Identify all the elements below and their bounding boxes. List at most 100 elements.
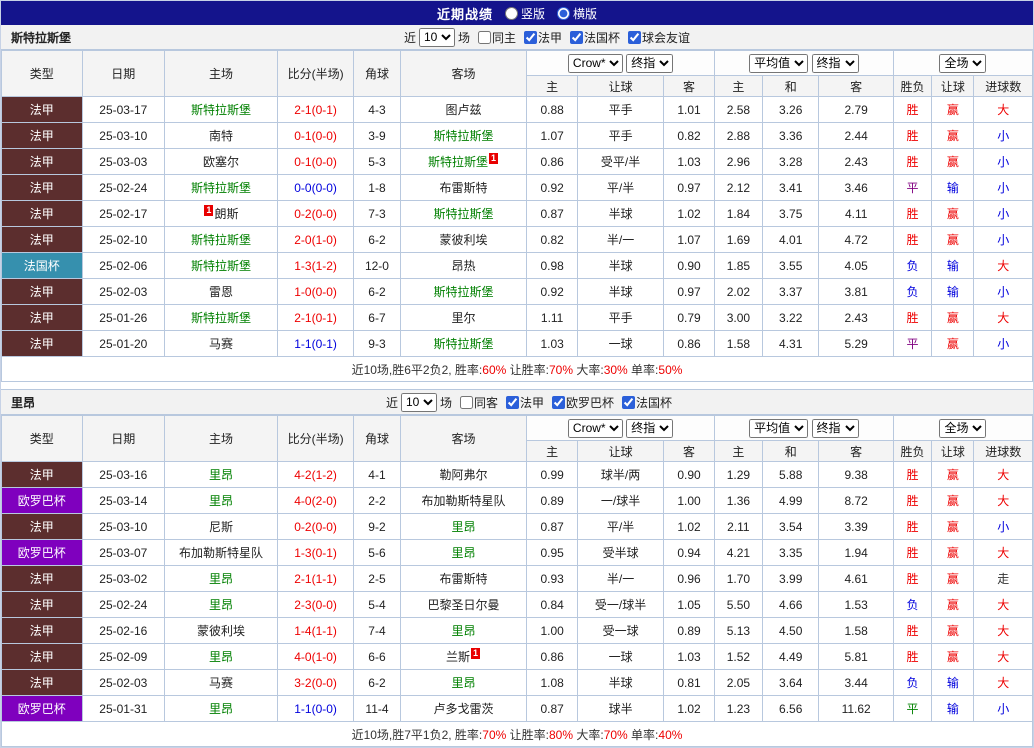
score-cell[interactable]: 2-3(0-0)	[276, 591, 355, 618]
home-team-cell[interactable]: 斯特拉斯堡	[164, 96, 278, 123]
layout-radio-vertical[interactable]: 竖版	[504, 5, 545, 22]
away-team-cell[interactable]: 里尔	[399, 304, 528, 331]
layout-radio-horizontal[interactable]: 横版	[557, 5, 597, 22]
score-cell[interactable]: 4-0(1-0)	[276, 643, 355, 670]
same-home-checkbox[interactable]: 同主	[477, 29, 516, 46]
team-link[interactable]: 斯特拉斯堡	[434, 337, 494, 351]
team-link[interactable]: 里昂	[452, 546, 476, 560]
home-team-cell[interactable]: 马赛	[164, 669, 278, 696]
team-link[interactable]: 斯特拉斯堡	[434, 207, 494, 221]
league-filter-checkbox[interactable]: 法甲	[524, 29, 562, 46]
scope-select[interactable]: 全场	[939, 418, 987, 438]
team-link[interactable]: 布加勒斯特星队	[422, 494, 506, 508]
league-filter-checkbox[interactable]: 法国杯	[622, 394, 672, 411]
home-team-cell[interactable]: 尼斯	[164, 513, 278, 540]
score-cell[interactable]: 1-1(0-1)	[276, 330, 355, 357]
team-link[interactable]: 斯特拉斯堡	[191, 311, 251, 325]
away-team-cell[interactable]: 里昂	[399, 513, 528, 540]
away-team-cell[interactable]: 里昂	[399, 539, 528, 566]
home-team-cell[interactable]: 里昂	[164, 487, 278, 514]
team-link[interactable]: 图卢兹	[446, 103, 482, 117]
team-link[interactable]: 布加勒斯特星队	[179, 546, 263, 560]
home-team-cell[interactable]: 雷恩	[164, 278, 278, 305]
away-team-cell[interactable]: 斯特拉斯堡	[399, 330, 528, 357]
league-filter-checkbox[interactable]: 法甲	[506, 394, 544, 411]
team-link[interactable]: 里昂	[209, 468, 233, 482]
score-cell[interactable]: 1-0(0-0)	[276, 278, 355, 305]
team-link[interactable]: 斯特拉斯堡	[191, 233, 251, 247]
odds-stage-select[interactable]: 终指	[626, 53, 674, 73]
score-cell[interactable]: 1-3(0-1)	[276, 539, 355, 566]
scope-select[interactable]: 全场	[939, 53, 987, 73]
score-cell[interactable]: 1-1(0-0)	[276, 695, 355, 722]
away-team-cell[interactable]: 巴黎圣日尔曼	[399, 591, 528, 618]
team-link[interactable]: 里昂	[452, 624, 476, 638]
team-link[interactable]: 里尔	[452, 311, 476, 325]
home-team-cell[interactable]: 斯特拉斯堡	[164, 174, 278, 201]
league-filter-checkbox[interactable]: 法国杯	[570, 29, 620, 46]
avg-stage-select[interactable]: 终指	[811, 53, 859, 73]
same-away-checkbox[interactable]: 同客	[459, 394, 498, 411]
home-team-cell[interactable]: 欧塞尔	[164, 148, 278, 175]
score-cell[interactable]: 2-0(1-0)	[276, 226, 355, 253]
away-team-cell[interactable]: 斯特拉斯堡	[399, 122, 528, 149]
team-link[interactable]: 里昂	[209, 598, 233, 612]
team-link[interactable]: 斯特拉斯堡	[191, 181, 251, 195]
home-team-cell[interactable]: 斯特拉斯堡	[164, 304, 278, 331]
away-team-cell[interactable]: 勒阿弗尔	[399, 461, 528, 488]
score-cell[interactable]: 0-1(0-0)	[276, 122, 355, 149]
away-team-cell[interactable]: 里昂	[399, 669, 528, 696]
team-link[interactable]: 斯特拉斯堡	[434, 129, 494, 143]
home-team-cell[interactable]: 蒙彼利埃	[164, 617, 278, 644]
team-link[interactable]: 欧塞尔	[203, 155, 239, 169]
score-cell[interactable]: 0-0(0-0)	[276, 174, 355, 201]
team-link[interactable]: 斯特拉斯堡	[191, 103, 251, 117]
score-cell[interactable]: 0-2(0-0)	[276, 200, 355, 227]
team-link[interactable]: 里昂	[209, 572, 233, 586]
league-filter-checkbox[interactable]: 欧罗巴杯	[552, 394, 614, 411]
horizontal-radio-icon[interactable]	[557, 6, 570, 20]
team-link[interactable]: 布雷斯特	[440, 181, 488, 195]
score-cell[interactable]: 1-4(1-1)	[276, 617, 355, 644]
away-team-cell[interactable]: 蒙彼利埃	[399, 226, 528, 253]
avg-stage-select[interactable]: 终指	[811, 418, 859, 438]
away-team-cell[interactable]: 斯特拉斯堡	[399, 278, 528, 305]
away-team-cell[interactable]: 卢多戈雷茨	[399, 695, 528, 722]
team-link[interactable]: 里昂	[452, 520, 476, 534]
home-team-cell[interactable]: 里昂	[164, 565, 278, 592]
team-link[interactable]: 昂热	[452, 259, 476, 273]
team-link[interactable]: 朗斯	[214, 207, 238, 221]
score-cell[interactable]: 4-0(2-0)	[276, 487, 355, 514]
team-link[interactable]: 巴黎圣日尔曼	[428, 598, 500, 612]
team-link[interactable]: 兰斯	[446, 650, 470, 664]
score-cell[interactable]: 0-1(0-0)	[276, 148, 355, 175]
team-link[interactable]: 斯特拉斯堡	[191, 259, 251, 273]
home-team-cell[interactable]: 里昂	[164, 461, 278, 488]
team-link[interactable]: 斯特拉斯堡	[434, 285, 494, 299]
home-team-cell[interactable]: 南特	[164, 122, 278, 149]
team-link[interactable]: 雷恩	[209, 285, 233, 299]
avg-odds-select[interactable]: 平均值	[749, 418, 809, 438]
team-link[interactable]: 里昂	[209, 702, 233, 716]
team-link[interactable]: 尼斯	[209, 520, 233, 534]
team-link[interactable]: 里昂	[209, 494, 233, 508]
team-link[interactable]: 马赛	[209, 337, 233, 351]
score-cell[interactable]: 2-1(1-1)	[276, 565, 355, 592]
home-team-cell[interactable]: 里昂	[164, 695, 278, 722]
team-link[interactable]: 蒙彼利埃	[440, 233, 488, 247]
team-link[interactable]: 斯特拉斯堡	[428, 155, 488, 169]
odds-company-select[interactable]: Crow*	[567, 418, 623, 438]
home-team-cell[interactable]: 马赛	[164, 330, 278, 357]
avg-odds-select[interactable]: 平均值	[749, 53, 809, 73]
team-link[interactable]: 卢多戈雷茨	[434, 702, 494, 716]
recent-count-select[interactable]: 10	[400, 392, 437, 412]
odds-company-select[interactable]: Crow*	[567, 53, 623, 73]
score-cell[interactable]: 3-2(0-0)	[276, 669, 355, 696]
recent-count-select[interactable]: 10	[418, 27, 455, 47]
home-team-cell[interactable]: 斯特拉斯堡	[164, 252, 278, 279]
home-team-cell[interactable]: 里昂	[164, 643, 278, 670]
team-link[interactable]: 里昂	[452, 676, 476, 690]
score-cell[interactable]: 2-1(0-1)	[276, 96, 355, 123]
score-cell[interactable]: 4-2(1-2)	[276, 461, 355, 488]
team-link[interactable]: 蒙彼利埃	[197, 624, 245, 638]
